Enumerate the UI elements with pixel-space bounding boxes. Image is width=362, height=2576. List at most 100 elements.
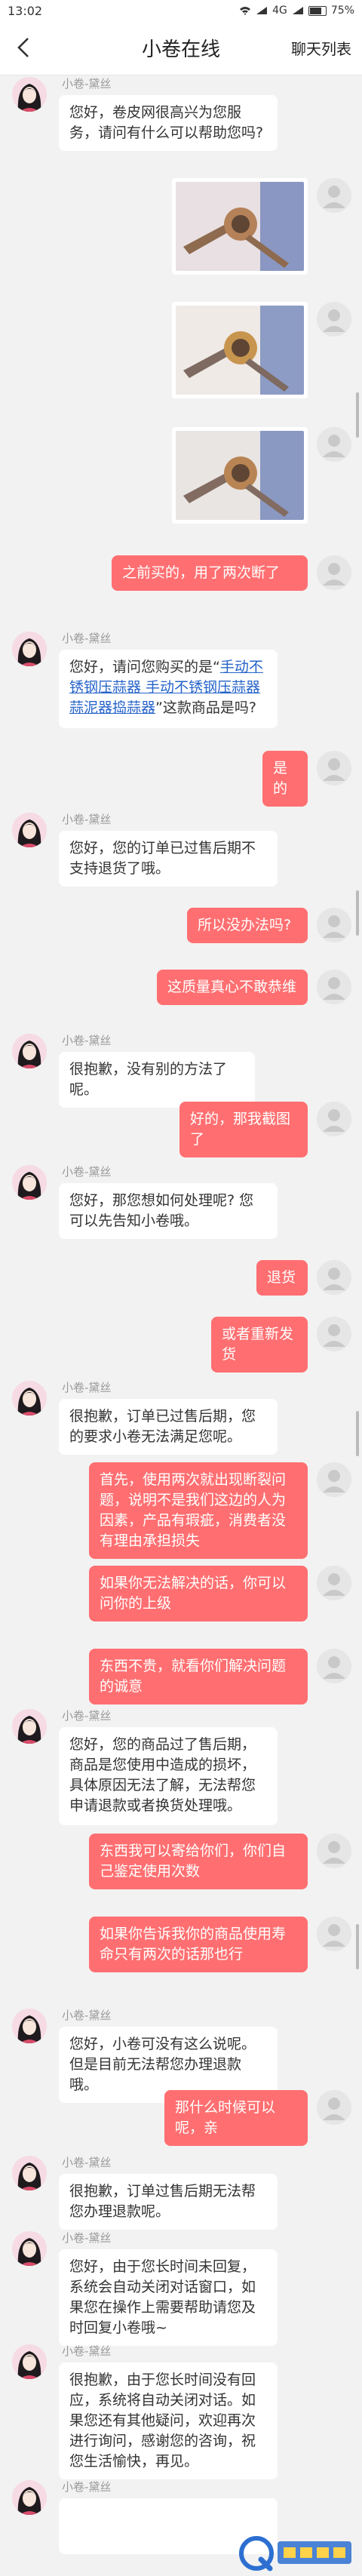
user-avatar[interactable] (317, 1649, 351, 1683)
user-avatar[interactable] (317, 427, 351, 462)
user-bubble: 或者重新发货 (211, 1317, 308, 1373)
user-bubble: 是的 (262, 751, 308, 807)
agent-avatar[interactable] (12, 77, 47, 112)
agent-avatar-icon (12, 1034, 47, 1068)
user-message: 之前买的，用了两次断了 (0, 555, 362, 616)
agent-bubble: 您好，那您想如何处理呢? 您可以先告知小卷哦。 (59, 1183, 278, 1239)
agent-avatar-icon (12, 1709, 47, 1744)
user-avatar[interactable] (317, 178, 351, 213)
product-photo-icon (176, 431, 304, 520)
agent-bubble: 很抱歉，没有别的方法了呢。 (59, 1052, 255, 1108)
user-avatar[interactable] (317, 555, 351, 590)
agent-bubble: 您好，卷皮网很高兴为您服务，请问有什么可以帮助您吗? (59, 95, 278, 151)
agent-message: 小卷-黛丝很抱歉，订单已过售后期，您的要求小卷无法满足您呢。 (0, 1379, 362, 1461)
agent-name: 小卷-黛丝 (62, 77, 112, 91)
scrollbar[interactable] (356, 1411, 359, 1456)
scrollbar[interactable] (356, 1924, 359, 1969)
back-button[interactable] (12, 36, 35, 59)
image-message (0, 427, 362, 549)
chat-list-button[interactable]: 聊天列表 (291, 37, 351, 59)
user-message: 如果你无法解决的话，你可以问你的上级 (0, 1566, 362, 1647)
user-avatar[interactable] (317, 1462, 351, 1497)
scrollbar[interactable] (356, 392, 359, 438)
agent-bubble: 您好，您的商品过了售后期，商品是您使用中造成的损坏，具体原因无法了解，无法帮您申… (59, 1727, 278, 1825)
agent-bubble: 您好，请问您购买的是“手动不锈钢压蒜器 手动不锈钢压蒜器蒜泥器捣蒜器”这款商品是… (59, 650, 278, 728)
user-avatar-icon (317, 751, 351, 785)
agent-avatar[interactable] (12, 1381, 47, 1416)
agent-avatar[interactable] (12, 1165, 47, 1200)
user-avatar-icon (317, 908, 351, 942)
agent-name: 小卷-黛丝 (62, 1381, 112, 1394)
chat-area[interactable]: 小卷-黛丝 您好，卷皮网很高兴为您服务，请问有什么可以帮助您吗? 之前买的，用了两次… (0, 75, 362, 2576)
user-bubble: 退货 (256, 1260, 308, 1296)
chevron-left-icon (17, 38, 29, 57)
user-avatar-icon (317, 178, 351, 213)
agent-avatar-icon (12, 2009, 47, 2043)
user-message: 如果你告诉我你的商品使用寿命只有两次的话那也行 (0, 1917, 362, 1998)
user-avatar[interactable] (317, 2090, 351, 2125)
user-bubble: 这质量真心不敢恭维 (157, 970, 308, 1005)
agent-message: 小卷-黛丝 很抱歉，由于您长时间没有回应，系统将自动关闭对话。如果您还有其他疑问，… (0, 2343, 362, 2479)
agent-bubble: 很抱歉，订单已过售后期，您的要求小卷无法满足您呢。 (59, 1399, 278, 1455)
agent-avatar[interactable] (12, 2231, 47, 2266)
agent-avatar[interactable] (12, 2009, 47, 2043)
agent-message: 小卷-黛丝 很抱歉，订单过售后期无法帮您办理退款呢。 (0, 2154, 362, 2236)
product-photo-icon (176, 182, 304, 271)
agent-message: 小卷-黛丝 您好，您的订单已过售后期不支持退货了哦。 (0, 811, 362, 893)
user-message: 那什么时候可以呢，亲 (0, 2090, 362, 2150)
user-message: 这质量真心不敢恭维 (0, 970, 362, 1030)
agent-name: 小卷-黛丝 (62, 1709, 112, 1723)
user-avatar-icon (317, 1834, 351, 1868)
agent-avatar-icon (12, 2480, 47, 2515)
agent-avatar[interactable] (12, 1709, 47, 1744)
user-avatar[interactable] (317, 1834, 351, 1868)
bubble-text: 您好，请问您购买的是“ (69, 659, 220, 675)
user-avatar[interactable] (317, 1260, 351, 1295)
network-label: 4G (272, 5, 287, 17)
status-bar: 13:02 4G 75% (0, 0, 362, 21)
agent-name: 小卷-黛丝 (62, 632, 112, 645)
user-avatar-icon (317, 427, 351, 462)
product-image[interactable] (172, 427, 308, 524)
user-avatar-icon (317, 970, 351, 1004)
agent-avatar-icon (12, 632, 47, 666)
user-avatar-icon (317, 302, 351, 337)
user-avatar[interactable] (317, 302, 351, 337)
agent-message: 小卷-黛丝您好，那您想如何处理呢? 您可以先告知小卷哦。 (0, 1164, 362, 1245)
agent-avatar[interactable] (12, 2344, 47, 2379)
user-avatar[interactable] (317, 1917, 351, 1951)
user-avatar-icon (317, 1917, 351, 1951)
user-avatar[interactable] (317, 1566, 351, 1600)
user-avatar-icon (317, 2090, 351, 2125)
user-avatar-icon (317, 1317, 351, 1351)
agent-avatar[interactable] (12, 632, 47, 666)
user-bubble: 好的，那我截图了 (179, 1102, 308, 1157)
agent-avatar-icon (12, 2156, 47, 2190)
agent-avatar[interactable] (12, 2156, 47, 2190)
status-right: 4G 75% (239, 5, 354, 17)
user-avatar[interactable] (317, 908, 351, 942)
battery-icon (308, 5, 327, 16)
user-avatar[interactable] (317, 751, 351, 785)
user-bubble: 东西不贵，就看你们解决问题的诚意 (89, 1649, 308, 1705)
user-avatar[interactable] (317, 1102, 351, 1136)
agent-message: 小卷-黛丝 您好，由于您长时间未回复，系统会自动关闭对话窗口，如果您在操作上需要帮… (0, 2230, 362, 2346)
user-avatar[interactable] (317, 970, 351, 1004)
user-bubble: 首先，使用两次就出现断裂问题，说明不是我们这边的人为因素，产品有瑕疵，消费者没有… (89, 1462, 308, 1559)
agent-message: 小卷-黛丝 您好，小卷可没有这么说呢。但是目前无法帮您办理退款哦。 (0, 2007, 362, 2103)
user-message: 是的 (0, 751, 362, 811)
agent-avatar[interactable] (12, 2480, 47, 2515)
scrollbar[interactable] (356, 890, 359, 936)
agent-avatar[interactable] (12, 813, 47, 847)
agent-name: 小卷-黛丝 (62, 813, 112, 826)
agent-message: 小卷-黛丝您好，您的商品过了售后期，商品是您使用中造成的损坏，具体原因无法了解，… (0, 1708, 362, 1831)
user-message: 东西不贵，就看你们解决问题的诚意 (0, 1649, 362, 1709)
agent-avatar[interactable] (12, 1034, 47, 1068)
product-image[interactable] (172, 178, 308, 275)
agent-avatar-icon (12, 2231, 47, 2266)
agent-bubble: 很抱歉，由于您长时间没有回应，系统将自动关闭对话。如果您还有其他疑问，欢迎再次进… (59, 2362, 278, 2479)
product-image[interactable] (172, 302, 308, 398)
user-avatar[interactable] (317, 1317, 351, 1351)
agent-name: 小卷-黛丝 (62, 1165, 112, 1179)
user-message: 好的，那我截图了 (0, 1102, 362, 1162)
